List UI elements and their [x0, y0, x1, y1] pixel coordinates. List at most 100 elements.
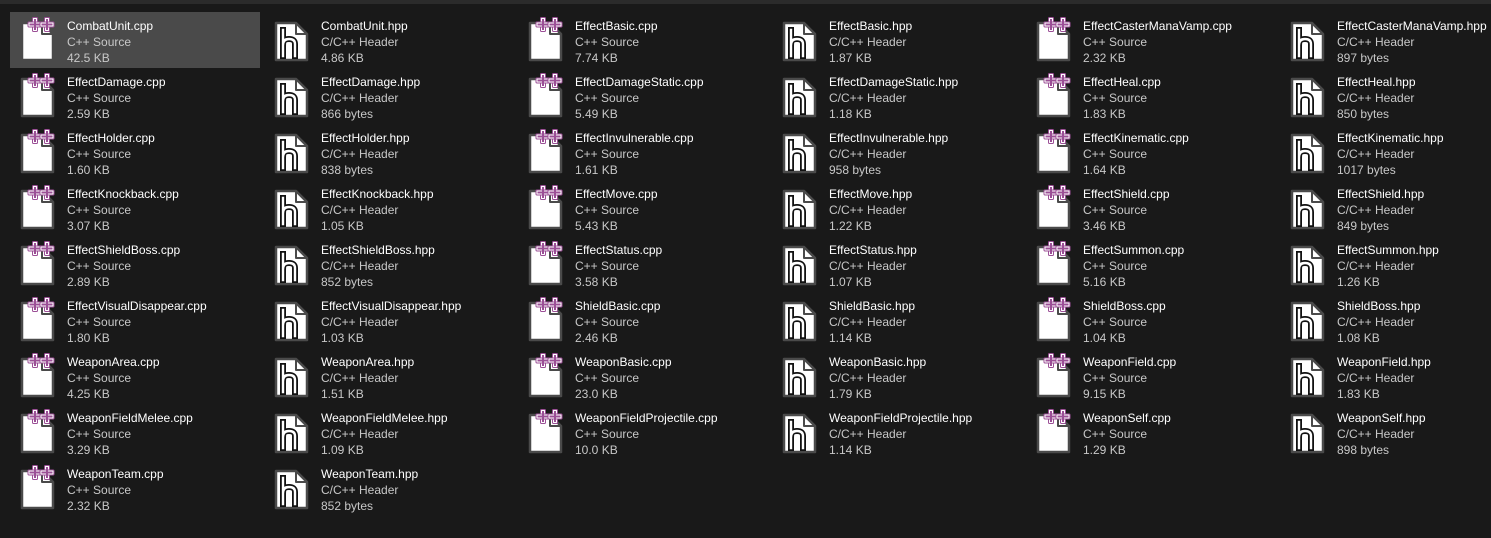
- file-name: EffectSummon.hpp: [1337, 243, 1439, 257]
- file-meta: EffectHolder.hpp C/C++ Header 838 bytes: [321, 130, 410, 178]
- file-tile[interactable]: EffectShieldBoss.hpp C/C++ Header 852 by…: [264, 236, 514, 292]
- file-type: C++ Source: [575, 427, 640, 441]
- file-size: 4.86 KB: [321, 51, 364, 65]
- file-tile[interactable]: EffectStatus.hpp C/C++ Header 1.07 KB: [772, 236, 1022, 292]
- cpp-file-icon: [20, 185, 58, 231]
- file-tile[interactable]: WeaponArea.cpp C++ Source 4.25 KB: [10, 348, 260, 404]
- file-tile[interactable]: ShieldBasic.hpp C/C++ Header 1.14 KB: [772, 292, 1022, 348]
- file-tile[interactable]: CombatUnit.hpp C/C++ Header 4.86 KB: [264, 12, 514, 68]
- file-type: C/C++ Header: [321, 259, 399, 273]
- file-name: EffectShieldBoss.cpp: [67, 243, 181, 257]
- file-tile[interactable]: WeaponBasic.cpp C++ Source 23.0 KB: [518, 348, 768, 404]
- file-size: 1.03 KB: [321, 331, 364, 345]
- hpp-file-icon: [1290, 297, 1328, 343]
- file-tile[interactable]: WeaponSelf.hpp C/C++ Header 898 bytes: [1280, 404, 1491, 460]
- file-tile[interactable]: EffectShieldBoss.cpp C++ Source 2.89 KB: [10, 236, 260, 292]
- file-size: 1.29 KB: [1083, 443, 1126, 457]
- hpp-file-icon: [782, 241, 820, 287]
- file-meta: CombatUnit.cpp C++ Source 42.5 KB: [67, 18, 153, 66]
- file-tile[interactable]: EffectInvulnerable.hpp C/C++ Header 958 …: [772, 124, 1022, 180]
- file-size: 898 bytes: [1337, 443, 1390, 457]
- file-tile[interactable]: EffectDamage.cpp C++ Source 2.59 KB: [10, 68, 260, 124]
- file-name: WeaponArea.cpp: [67, 355, 160, 369]
- file-type: C++ Source: [1083, 427, 1148, 441]
- file-tile[interactable]: WeaponField.hpp C/C++ Header 1.83 KB: [1280, 348, 1491, 404]
- file-name: WeaponBasic.cpp: [575, 355, 672, 369]
- file-meta: EffectKinematic.cpp C++ Source 1.64 KB: [1083, 130, 1189, 178]
- file-tile[interactable]: EffectHolder.cpp C++ Source 1.60 KB: [10, 124, 260, 180]
- file-tile[interactable]: EffectKnockback.cpp C++ Source 3.07 KB: [10, 180, 260, 236]
- file-size: 1.61 KB: [575, 163, 618, 177]
- file-tile[interactable]: EffectMove.cpp C++ Source 5.43 KB: [518, 180, 768, 236]
- file-type: C/C++ Header: [1337, 35, 1415, 49]
- file-tile[interactable]: WeaponBasic.hpp C/C++ Header 1.79 KB: [772, 348, 1022, 404]
- file-tile[interactable]: EffectVisualDisappear.cpp C++ Source 1.8…: [10, 292, 260, 348]
- file-type: C/C++ Header: [1337, 147, 1415, 161]
- file-tile[interactable]: WeaponTeam.cpp C++ Source 2.32 KB: [10, 460, 260, 516]
- file-tile[interactable]: EffectCasterManaVamp.hpp C/C++ Header 89…: [1280, 12, 1491, 68]
- file-size: 2.32 KB: [67, 499, 110, 513]
- file-name: EffectKnockback.hpp: [321, 187, 434, 201]
- file-tile[interactable]: EffectVisualDisappear.hpp C/C++ Header 1…: [264, 292, 514, 348]
- file-tile[interactable]: EffectInvulnerable.cpp C++ Source 1.61 K…: [518, 124, 768, 180]
- file-tile[interactable]: CombatUnit.cpp C++ Source 42.5 KB: [10, 12, 260, 68]
- file-tile[interactable]: EffectSummon.hpp C/C++ Header 1.26 KB: [1280, 236, 1491, 292]
- file-type: C/C++ Header: [321, 371, 399, 385]
- file-tile[interactable]: EffectDamage.hpp C/C++ Header 866 bytes: [264, 68, 514, 124]
- file-meta: WeaponFieldMelee.cpp C++ Source 3.29 KB: [67, 410, 193, 458]
- file-tile[interactable]: ShieldBasic.cpp C++ Source 2.46 KB: [518, 292, 768, 348]
- file-tile[interactable]: EffectDamageStatic.cpp C++ Source 5.49 K…: [518, 68, 768, 124]
- file-tile[interactable]: EffectDamageStatic.hpp C/C++ Header 1.18…: [772, 68, 1022, 124]
- file-tile[interactable]: EffectKnockback.hpp C/C++ Header 1.05 KB: [264, 180, 514, 236]
- file-tile[interactable]: ShieldBoss.cpp C++ Source 1.04 KB: [1026, 292, 1276, 348]
- file-tile[interactable]: EffectHolder.hpp C/C++ Header 838 bytes: [264, 124, 514, 180]
- cpp-file-icon: [1036, 17, 1074, 63]
- file-meta: EffectHeal.hpp C/C++ Header 850 bytes: [1337, 74, 1416, 122]
- file-name: EffectStatus.cpp: [575, 243, 663, 257]
- file-tile[interactable]: WeaponField.cpp C++ Source 9.15 KB: [1026, 348, 1276, 404]
- file-size: 2.46 KB: [575, 331, 618, 345]
- file-tile[interactable]: WeaponFieldProjectile.cpp C++ Source 10.…: [518, 404, 768, 460]
- file-tile[interactable]: WeaponFieldProjectile.hpp C/C++ Header 1…: [772, 404, 1022, 460]
- file-tile[interactable]: EffectKinematic.hpp C/C++ Header 1017 by…: [1280, 124, 1491, 180]
- file-type: C++ Source: [67, 91, 132, 105]
- file-tile[interactable]: EffectBasic.hpp C/C++ Header 1.87 KB: [772, 12, 1022, 68]
- file-tile[interactable]: EffectBasic.cpp C++ Source 7.74 KB: [518, 12, 768, 68]
- file-name: ShieldBasic.cpp: [575, 299, 661, 313]
- file-type: C++ Source: [1083, 371, 1148, 385]
- file-tile[interactable]: EffectStatus.cpp C++ Source 3.58 KB: [518, 236, 768, 292]
- hpp-file-icon: [1290, 129, 1328, 175]
- file-tile[interactable]: EffectShield.hpp C/C++ Header 849 bytes: [1280, 180, 1491, 236]
- cpp-file-icon: [528, 129, 566, 175]
- file-tile[interactable]: EffectKinematic.cpp C++ Source 1.64 KB: [1026, 124, 1276, 180]
- file-type: C/C++ Header: [321, 483, 399, 497]
- file-tile[interactable]: ShieldBoss.hpp C/C++ Header 1.08 KB: [1280, 292, 1491, 348]
- file-type: C++ Source: [67, 203, 132, 217]
- cpp-file-icon: [20, 297, 58, 343]
- file-tile[interactable]: EffectHeal.hpp C/C++ Header 850 bytes: [1280, 68, 1491, 124]
- file-meta: WeaponBasic.cpp C++ Source 23.0 KB: [575, 354, 672, 402]
- file-tile[interactable]: EffectSummon.cpp C++ Source 5.16 KB: [1026, 236, 1276, 292]
- cpp-file-icon: [20, 409, 58, 455]
- file-tile[interactable]: WeaponFieldMelee.hpp C/C++ Header 1.09 K…: [264, 404, 514, 460]
- file-name: WeaponSelf.hpp: [1337, 411, 1426, 425]
- file-meta: EffectKnockback.cpp C++ Source 3.07 KB: [67, 186, 179, 234]
- file-tile[interactable]: WeaponSelf.cpp C++ Source 1.29 KB: [1026, 404, 1276, 460]
- file-meta: ShieldBoss.cpp C++ Source 1.04 KB: [1083, 298, 1166, 346]
- file-size: 1.22 KB: [829, 219, 872, 233]
- file-tile[interactable]: WeaponFieldMelee.cpp C++ Source 3.29 KB: [10, 404, 260, 460]
- file-type: C++ Source: [67, 259, 132, 273]
- file-size: 42.5 KB: [67, 51, 110, 65]
- file-tile[interactable]: EffectHeal.cpp C++ Source 1.83 KB: [1026, 68, 1276, 124]
- file-type: C++ Source: [1083, 259, 1148, 273]
- file-tile[interactable]: EffectMove.hpp C/C++ Header 1.22 KB: [772, 180, 1022, 236]
- file-type: C++ Source: [575, 371, 640, 385]
- file-tile[interactable]: EffectCasterManaVamp.cpp C++ Source 2.32…: [1026, 12, 1276, 68]
- file-tile[interactable]: EffectShield.cpp C++ Source 3.46 KB: [1026, 180, 1276, 236]
- file-meta: EffectVisualDisappear.cpp C++ Source 1.8…: [67, 298, 207, 346]
- file-tile[interactable]: WeaponArea.hpp C/C++ Header 1.51 KB: [264, 348, 514, 404]
- file-name: EffectHolder.hpp: [321, 131, 410, 145]
- file-size: 2.32 KB: [1083, 51, 1126, 65]
- file-size: 850 bytes: [1337, 107, 1390, 121]
- file-tile[interactable]: WeaponTeam.hpp C/C++ Header 852 bytes: [264, 460, 514, 516]
